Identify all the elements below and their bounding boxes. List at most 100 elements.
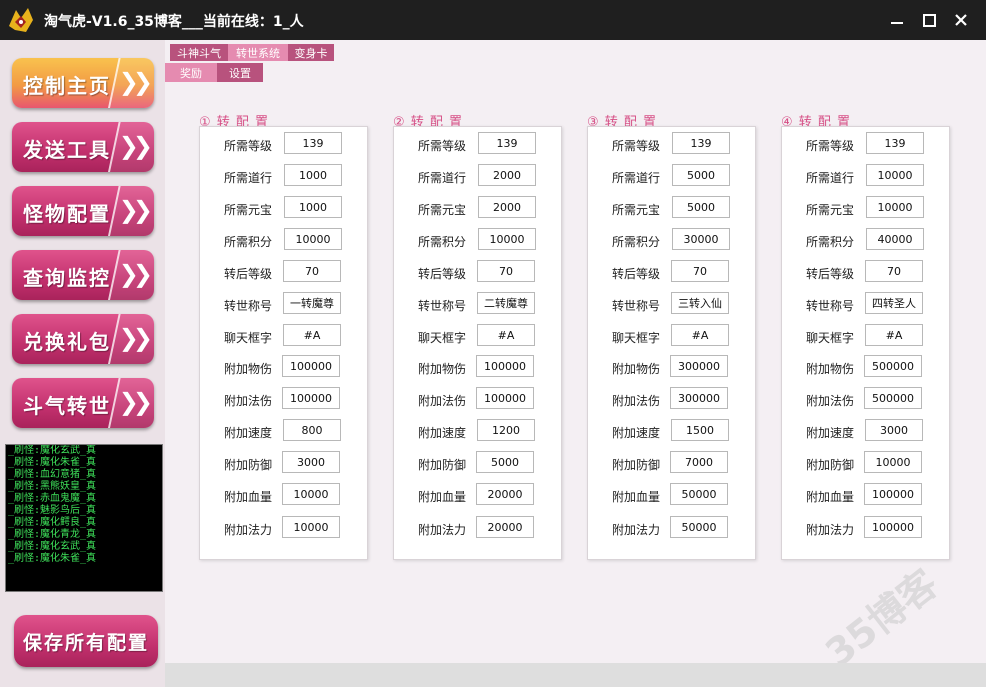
save-all-config-button[interactable]: 保存所有配置	[14, 615, 158, 667]
config-row: 所需道行	[394, 164, 561, 190]
tab-settings[interactable]: 设置	[217, 63, 263, 82]
reincarnation-config-panel-2: 所需等级所需道行所需元宝所需积分转后等级转世称号聊天框字附加物伤附加法伤附加速度…	[393, 126, 562, 560]
watermark: 35博客	[817, 561, 946, 676]
config-value-input[interactable]	[670, 483, 728, 505]
tab-transform-card[interactable]: 变身卡	[288, 44, 334, 61]
config-value-input[interactable]	[478, 132, 536, 154]
config-value-input[interactable]	[282, 355, 340, 377]
config-value-input[interactable]	[283, 324, 341, 346]
config-value-input[interactable]	[477, 419, 535, 441]
nav-monster-config-button[interactable]: 怪物配置 ❯❯	[12, 186, 154, 236]
field-label: 附加法力	[223, 523, 272, 537]
nav-control-home-button[interactable]: 控制主页 ❯❯	[12, 58, 154, 108]
config-value-input[interactable]	[476, 483, 534, 505]
reincarnation-config-panel-1: 所需等级所需道行所需元宝所需积分转后等级转世称号聊天框字附加物伤附加法伤附加速度…	[199, 126, 368, 560]
config-row: 转世称号	[394, 292, 561, 318]
config-value-input[interactable]	[672, 132, 730, 154]
config-value-input[interactable]	[477, 292, 535, 314]
config-value-input[interactable]	[476, 451, 534, 473]
config-value-input[interactable]	[864, 516, 922, 538]
window-title: 淘气虎-V1.6_35博客___当前在线：1_人	[44, 14, 304, 30]
config-value-input[interactable]	[477, 324, 535, 346]
config-value-input[interactable]	[866, 164, 924, 186]
config-value-input[interactable]	[478, 228, 536, 250]
field-label: 附加物伤	[223, 362, 272, 376]
config-value-input[interactable]	[671, 419, 729, 441]
config-row: 附加血量	[394, 483, 561, 509]
nav-reincarnation-button[interactable]: 斗气转世 ❯❯	[12, 378, 154, 428]
tab-douqi[interactable]: 斗神斗气	[170, 44, 228, 61]
config-value-input[interactable]	[672, 164, 730, 186]
config-row: 附加物伤	[200, 355, 367, 381]
config-value-input[interactable]	[864, 387, 922, 409]
config-value-input[interactable]	[284, 132, 342, 154]
nav-label: 怪物配置	[23, 202, 111, 226]
minimize-button[interactable]	[884, 8, 910, 32]
config-value-input[interactable]	[283, 260, 341, 282]
nav-redeem-gift-button[interactable]: 兑换礼包 ❯❯	[12, 314, 154, 364]
field-label: 所需元宝	[417, 203, 466, 217]
log-line: _刷怪:魔化鳄良_真	[8, 517, 97, 528]
config-value-input[interactable]	[282, 387, 340, 409]
field-label: 附加法伤	[417, 394, 466, 408]
tab-reward[interactable]: 奖励	[165, 63, 217, 82]
config-row: 聊天框字	[394, 324, 561, 350]
config-row: 所需等级	[588, 132, 755, 158]
config-value-input[interactable]	[670, 355, 728, 377]
config-value-input[interactable]	[282, 516, 340, 538]
config-value-input[interactable]	[866, 228, 924, 250]
config-value-input[interactable]	[284, 228, 342, 250]
config-value-input[interactable]	[671, 324, 729, 346]
config-value-input[interactable]	[865, 324, 923, 346]
tab-reincarnation-system[interactable]: 转世系统	[228, 44, 288, 61]
field-label: 所需道行	[805, 171, 854, 185]
maximize-icon	[922, 13, 936, 27]
config-value-input[interactable]	[864, 483, 922, 505]
config-row: 所需等级	[200, 132, 367, 158]
field-label: 附加法力	[417, 523, 466, 537]
config-value-input[interactable]	[864, 355, 922, 377]
double-chevron-right-icon: ❯❯	[118, 260, 153, 288]
maximize-button[interactable]	[916, 8, 942, 32]
nav-send-tool-button[interactable]: 发送工具 ❯❯	[12, 122, 154, 172]
config-value-input[interactable]	[477, 260, 535, 282]
config-value-input[interactable]	[282, 451, 340, 473]
nav-query-monitor-button[interactable]: 查询监控 ❯❯	[12, 250, 154, 300]
config-value-input[interactable]	[865, 292, 923, 314]
main-content: 斗神斗气 转世系统 变身卡 奖励 设置 ① 转 配 置所需等级所需道行所需元宝所…	[165, 40, 986, 675]
config-value-input[interactable]	[476, 387, 534, 409]
config-value-input[interactable]	[866, 196, 924, 218]
field-label: 转后等级	[611, 267, 660, 281]
config-value-input[interactable]	[866, 132, 924, 154]
config-value-input[interactable]	[672, 228, 730, 250]
config-value-input[interactable]	[865, 419, 923, 441]
config-value-input[interactable]	[283, 292, 341, 314]
nav-label: 查询监控	[23, 266, 111, 290]
config-value-input[interactable]	[671, 260, 729, 282]
config-value-input[interactable]	[670, 451, 728, 473]
config-row: 附加物伤	[782, 355, 949, 381]
close-icon	[955, 14, 967, 26]
config-value-input[interactable]	[865, 260, 923, 282]
config-row: 附加速度	[782, 419, 949, 445]
config-value-input[interactable]	[478, 164, 536, 186]
config-row: 转后等级	[394, 260, 561, 286]
config-value-input[interactable]	[672, 196, 730, 218]
config-value-input[interactable]	[476, 355, 534, 377]
config-value-input[interactable]	[283, 419, 341, 441]
config-value-input[interactable]	[670, 516, 728, 538]
field-label: 附加物伤	[611, 362, 660, 376]
config-value-input[interactable]	[864, 451, 922, 473]
config-value-input[interactable]	[670, 387, 728, 409]
config-row: 转后等级	[588, 260, 755, 286]
config-row: 附加血量	[588, 483, 755, 509]
config-value-input[interactable]	[478, 196, 536, 218]
config-value-input[interactable]	[476, 516, 534, 538]
close-button[interactable]	[948, 8, 974, 32]
field-label: 所需等级	[417, 139, 466, 153]
config-value-input[interactable]	[671, 292, 729, 314]
config-value-input[interactable]	[284, 164, 342, 186]
config-value-input[interactable]	[282, 483, 340, 505]
config-value-input[interactable]	[284, 196, 342, 218]
log-console[interactable]: _刷怪:魔化玄武_真 _刷怪:魔化朱雀_真 _刷怪:血幻意猪_真 _刷怪:黑熊妖…	[5, 444, 163, 592]
